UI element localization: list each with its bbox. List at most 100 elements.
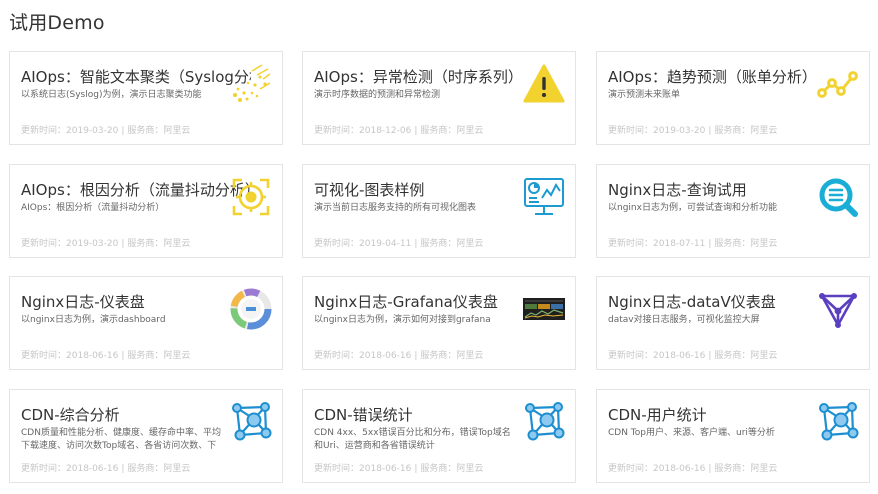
provider-name: 阿里云 bbox=[456, 126, 484, 136]
demo-card[interactable]: Nginx日志-查询试用 以nginx日志为例，可尝试查询和分析功能 更新时间：20… bbox=[596, 164, 870, 258]
card-meta: 更新时间：2019-03-20 | 服务商：阿里云 bbox=[21, 236, 190, 249]
card-description: 以系统日志(Syslog)为例，演示日志聚类功能 bbox=[21, 90, 202, 100]
updated-date: 2018-06-16 bbox=[66, 351, 119, 361]
target-icon bbox=[230, 176, 272, 218]
card-description: 演示时序数据的预测和异常检测 bbox=[314, 90, 441, 100]
card-title[interactable]: Nginx日志-查询试用 bbox=[608, 179, 747, 200]
provider-label: 服务商： bbox=[127, 464, 164, 474]
card-meta: 更新时间：2018-06-16 | 服务商：阿里云 bbox=[608, 348, 777, 361]
network-nodes-icon bbox=[230, 401, 272, 443]
card-meta: 更新时间：2018-12-06 | 服务商：阿里云 bbox=[314, 123, 483, 136]
warning-icon bbox=[523, 63, 565, 105]
updated-date: 2018-06-16 bbox=[359, 351, 412, 361]
card-meta: 更新时间：2018-06-16 | 服务商：阿里云 bbox=[314, 348, 483, 361]
card-description: datav对接日志服务，可视化监控大屏 bbox=[608, 315, 760, 325]
card-meta: 更新时间：2018-06-16 | 服务商：阿里云 bbox=[314, 461, 483, 474]
provider-label: 服务商： bbox=[127, 351, 164, 361]
demo-card[interactable]: CDN-用户统计 CDN Top用户、来源、客户端、uri等分析 更新时间：2018… bbox=[596, 389, 870, 483]
card-meta: 更新时间：2019-03-20 | 服务商：阿里云 bbox=[608, 123, 777, 136]
meta-separator: | bbox=[121, 239, 125, 249]
provider-name: 阿里云 bbox=[750, 126, 778, 136]
search-list-icon bbox=[817, 176, 859, 218]
grafana-dashboard-icon bbox=[523, 288, 565, 330]
demo-card-grid: AIOps：智能文本聚类（Syslog分析） 以系统日志(Syslog)为例，演示… bbox=[0, 0, 878, 494]
provider-label: 服务商： bbox=[420, 126, 457, 136]
updated-label: 更新时间： bbox=[21, 464, 67, 474]
updated-date: 2019-03-20 bbox=[653, 126, 706, 136]
updated-label: 更新时间： bbox=[314, 351, 360, 361]
provider-name: 阿里云 bbox=[750, 464, 778, 474]
meta-separator: | bbox=[121, 464, 125, 474]
updated-date: 2018-06-16 bbox=[653, 351, 706, 361]
card-title[interactable]: Nginx日志-Grafana仪表盘 bbox=[314, 291, 498, 312]
updated-label: 更新时间： bbox=[608, 126, 654, 136]
card-description: CDN 4xx、5xx错误百分比和分布，错误Top域名和Uri、运营商和各省错误… bbox=[314, 428, 511, 451]
updated-label: 更新时间： bbox=[314, 126, 360, 136]
updated-date: 2018-07-11 bbox=[653, 239, 706, 249]
demo-card[interactable]: 可视化-图表样例演示当前日志服务支持的所有可视化图表 更新时间：2019-04-1… bbox=[302, 164, 576, 258]
demo-card[interactable]: AIOps：根因分析（流量抖动分析） AIOps：根因分析（流量抖动分析） 更新时间… bbox=[9, 164, 283, 258]
provider-name: 阿里云 bbox=[456, 464, 484, 474]
card-title[interactable]: AIOps：趋势预测（账单分析） bbox=[608, 66, 817, 87]
card-description: CDN Top用户、来源、客户端、uri等分析 bbox=[608, 428, 775, 438]
card-title[interactable]: AIOps：智能文本聚类（Syslog分析） bbox=[21, 66, 251, 87]
card-title[interactable]: Nginx日志-dataV仪表盘 bbox=[608, 291, 776, 312]
demo-card[interactable]: AIOps：趋势预测（账单分析） 演示预测未来账单更新时间：2019-03-20 |… bbox=[596, 51, 870, 145]
meta-separator: | bbox=[708, 239, 712, 249]
updated-label: 更新时间： bbox=[21, 351, 67, 361]
card-description: 以nginx日志为例，演示如何对接到grafana bbox=[314, 315, 491, 325]
card-title[interactable]: CDN-综合分析 bbox=[21, 404, 120, 425]
card-meta: 更新时间：2018-06-16 | 服务商：阿里云 bbox=[21, 461, 190, 474]
meta-separator: | bbox=[414, 464, 418, 474]
demo-card[interactable]: Nginx日志-Grafana仪表盘以nginx日志为例，演示如何对接到graf… bbox=[302, 276, 576, 370]
monitor-chart-icon bbox=[523, 176, 565, 218]
provider-name: 阿里云 bbox=[750, 351, 778, 361]
updated-label: 更新时间： bbox=[608, 351, 654, 361]
provider-name: 阿里云 bbox=[163, 464, 191, 474]
card-title[interactable]: AIOps：异常检测（时序系列） bbox=[314, 66, 523, 87]
updated-label: 更新时间： bbox=[608, 239, 654, 249]
provider-name: 阿里云 bbox=[456, 239, 484, 249]
meta-separator: | bbox=[121, 126, 125, 136]
meta-separator: | bbox=[708, 351, 712, 361]
demo-card[interactable]: CDN-综合分析 CDN质量和性能分析、健康度、缓存命中率、平均下载速度、访问次数… bbox=[9, 389, 283, 483]
card-meta: 更新时间：2019-04-11 | 服务商：阿里云 bbox=[314, 236, 483, 249]
updated-date: 2019-04-11 bbox=[359, 239, 412, 249]
demo-card[interactable]: AIOps：智能文本聚类（Syslog分析） 以系统日志(Syslog)为例，演示… bbox=[9, 51, 283, 145]
provider-label: 服务商： bbox=[714, 126, 751, 136]
demo-card[interactable]: CDN-错误统计 CDN 4xx、5xx错误百分比和分布，错误Top域名和Uri、… bbox=[302, 389, 576, 483]
donut-chart-icon bbox=[230, 288, 272, 330]
provider-name: 阿里云 bbox=[163, 239, 191, 249]
provider-name: 阿里云 bbox=[163, 351, 191, 361]
demo-card[interactable]: Nginx日志-仪表盘以nginx日志为例，演示dashboard 更新时间：20… bbox=[9, 276, 283, 370]
card-title[interactable]: CDN-错误统计 bbox=[314, 404, 413, 425]
provider-name: 阿里云 bbox=[163, 126, 191, 136]
provider-label: 服务商： bbox=[127, 239, 164, 249]
updated-date: 2018-12-06 bbox=[359, 126, 412, 136]
card-description: CDN质量和性能分析、健康度、缓存命中率、平均下载速度、访问次数Top域名、各省… bbox=[21, 428, 221, 451]
card-description: 演示预测未来账单 bbox=[608, 90, 681, 100]
card-meta: 更新时间：2019-03-20 | 服务商：阿里云 bbox=[21, 123, 190, 136]
trend-line-icon bbox=[817, 63, 859, 105]
card-title[interactable]: 可视化-图表样例 bbox=[314, 179, 424, 200]
provider-label: 服务商： bbox=[420, 351, 457, 361]
card-description: AIOps：根因分析（流量抖动分析） bbox=[21, 203, 165, 213]
meta-separator: | bbox=[121, 351, 125, 361]
card-title[interactable]: AIOps：根因分析（流量抖动分析） bbox=[21, 179, 251, 200]
updated-date: 2019-03-20 bbox=[66, 126, 119, 136]
demo-card[interactable]: Nginx日志-dataV仪表盘 datav对接日志服务，可视化监控大屏 更新时间：… bbox=[596, 276, 870, 370]
updated-date: 2018-06-16 bbox=[359, 464, 412, 474]
provider-label: 服务商： bbox=[420, 239, 457, 249]
card-description: 以nginx日志为例，演示dashboard bbox=[21, 315, 166, 325]
card-meta: 更新时间：2018-06-16 | 服务商：阿里云 bbox=[21, 348, 190, 361]
card-title[interactable]: CDN-用户统计 bbox=[608, 404, 707, 425]
updated-label: 更新时间： bbox=[21, 239, 67, 249]
updated-label: 更新时间： bbox=[608, 464, 654, 474]
updated-label: 更新时间： bbox=[314, 464, 360, 474]
card-title[interactable]: Nginx日志-仪表盘 bbox=[21, 291, 145, 312]
datav-triangle-icon bbox=[817, 288, 859, 330]
network-nodes-icon bbox=[817, 401, 859, 443]
updated-label: 更新时间： bbox=[21, 126, 67, 136]
card-description: 演示当前日志服务支持的所有可视化图表 bbox=[314, 203, 477, 213]
demo-card[interactable]: AIOps：异常检测（时序系列） 演示时序数据的预测和异常检测 更新时间：2018-… bbox=[302, 51, 576, 145]
